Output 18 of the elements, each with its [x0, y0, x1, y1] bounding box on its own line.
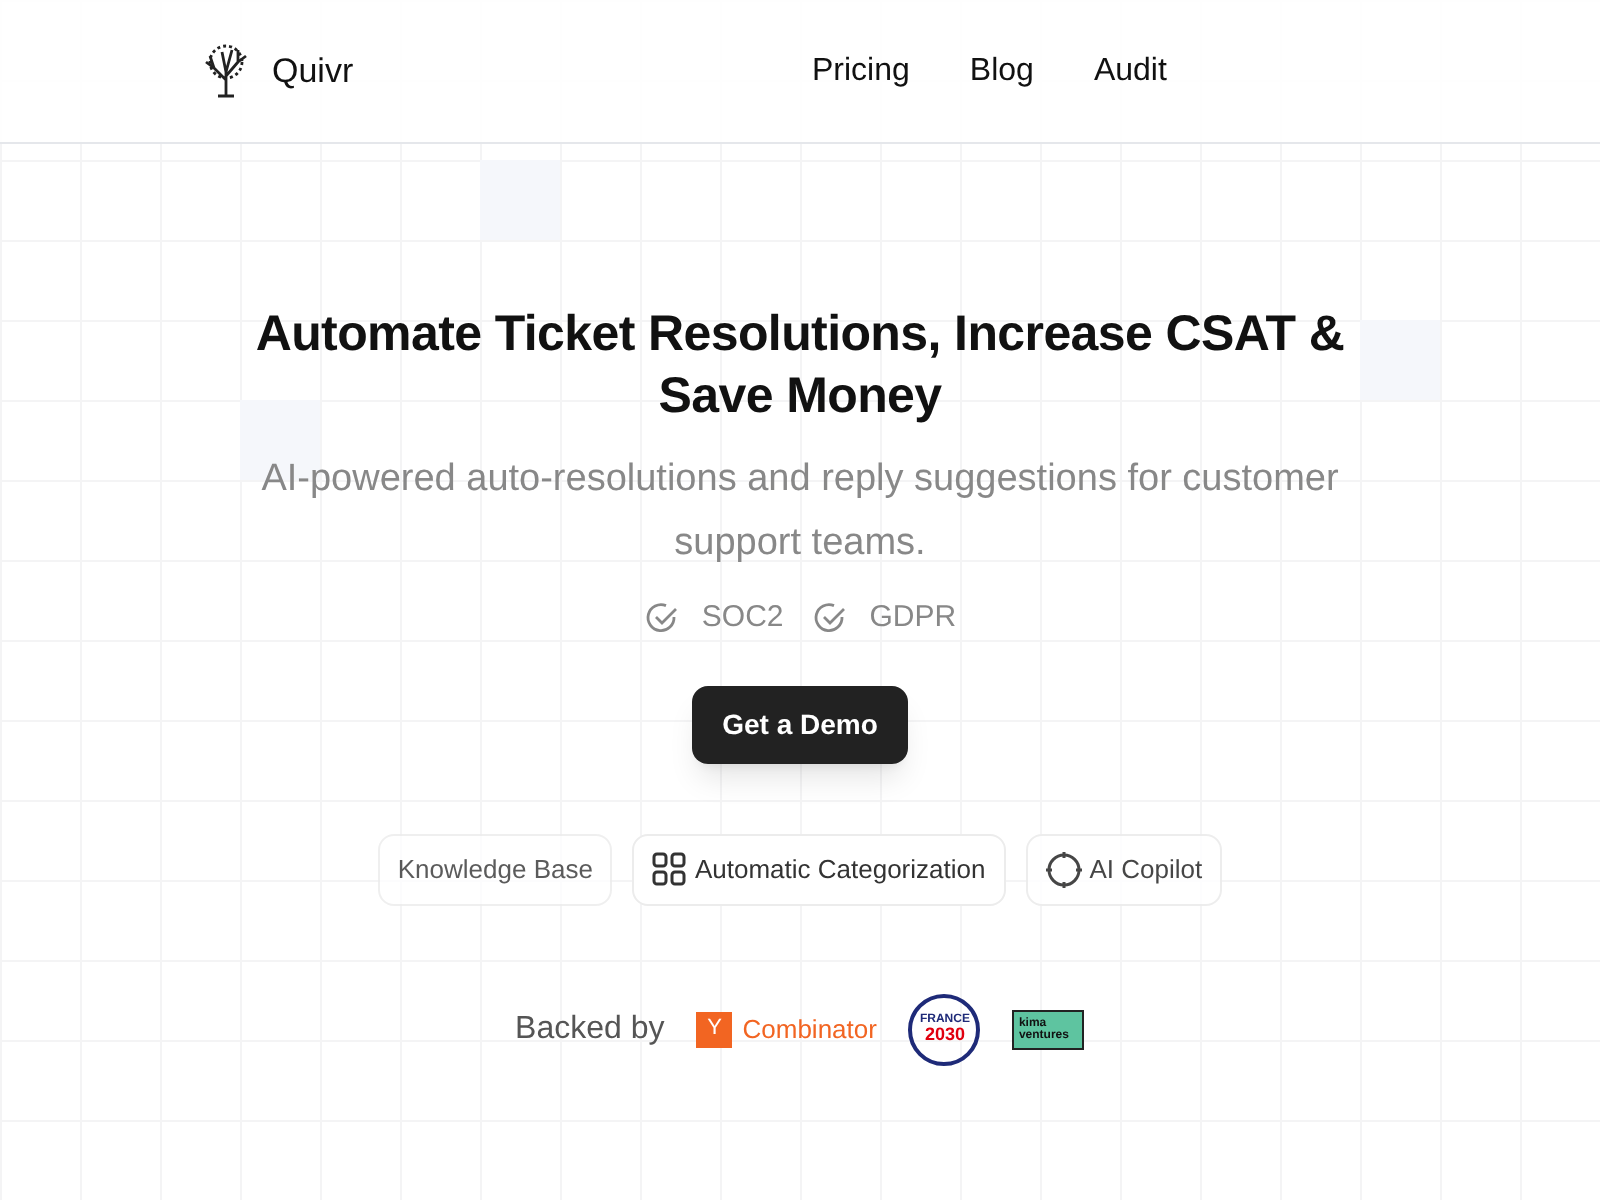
crosshair-icon — [1045, 851, 1082, 887]
compliance-label: SOC2 — [701, 598, 784, 638]
get-demo-button[interactable]: Get a Demo — [692, 685, 908, 763]
nav-link[interactable]: Pricing — [812, 47, 910, 95]
nav-link[interactable]: Blog — [969, 47, 1034, 95]
feature-chip[interactable]: AI Copilot — [1025, 833, 1223, 905]
compliance-label: GDPR — [869, 598, 957, 638]
yc-logo: Y Combinator — [696, 1009, 877, 1049]
check-icon — [811, 600, 848, 637]
hero-title: Automate Ticket Resolutions, Increase CSAT & Save Money — [253, 304, 1347, 428]
check-icon — [643, 600, 680, 637]
feature-chip[interactable]: Knowledge Base — [377, 833, 613, 905]
feature-chip[interactable]: Automatic Categorization — [632, 833, 1006, 905]
brand-name[interactable]: Quivr — [272, 45, 354, 97]
hero-subtitle: AI-powered auto-resolutions and reply suggestions for customer support teams. — [260, 456, 1340, 568]
grid-icon — [652, 852, 687, 886]
nav-link[interactable]: Audit — [1093, 47, 1167, 95]
backed-by-label: Backed by — [515, 1009, 665, 1049]
